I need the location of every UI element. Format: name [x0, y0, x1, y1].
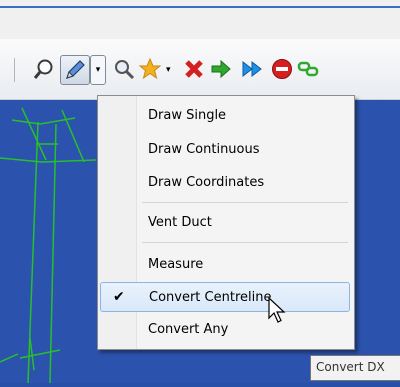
pencil-dropdown-button[interactable]: ▾ — [90, 55, 106, 85]
draw-mode-menu: Draw Single Draw Continuous Draw Coordin… — [97, 95, 355, 350]
menu-item-draw-single[interactable]: Draw Single — [100, 100, 350, 130]
menu-item-label: Draw Coordinates — [148, 174, 265, 190]
menu-item-label: Convert Any — [148, 321, 229, 337]
menu-item-convert-centreline[interactable]: ✔ Convert Centreline — [100, 282, 350, 312]
menu-item-convert-any[interactable]: Convert Any — [100, 314, 350, 344]
double-arrow-icon[interactable] — [240, 55, 268, 83]
star-icon[interactable] — [136, 55, 164, 83]
title-accent-strip — [0, 6, 400, 8]
tooltip: Convert DX — [310, 355, 400, 381]
menu-item-draw-continuous[interactable]: Draw Continuous — [100, 134, 350, 164]
menu-item-vent-duct[interactable]: Vent Duct — [100, 207, 350, 237]
star-dropdown-icon[interactable]: ▾ — [166, 65, 171, 75]
arrow-right-icon[interactable] — [207, 55, 235, 83]
toolbar-separator — [14, 58, 15, 82]
menu-separator — [142, 242, 348, 243]
menu-item-label: Measure — [148, 256, 204, 272]
menu-separator — [142, 202, 348, 203]
menu-item-label: Vent Duct — [148, 214, 212, 230]
window-titlebar — [0, 0, 400, 39]
delete-icon[interactable] — [180, 55, 208, 83]
magnify-icon[interactable] — [110, 55, 138, 83]
menu-item-label: Draw Single — [148, 107, 227, 123]
menu-item-label: Convert Centreline — [149, 289, 272, 305]
checkmark-icon: ✔ — [113, 289, 125, 305]
stop-icon[interactable] — [268, 55, 296, 83]
menu-item-draw-coordinates[interactable]: Draw Coordinates — [100, 167, 350, 197]
link-icon[interactable] — [294, 55, 322, 83]
zoom-icon[interactable] — [30, 55, 58, 83]
mouse-cursor-icon — [268, 296, 286, 327]
menu-item-label: Draw Continuous — [148, 141, 260, 157]
menu-item-measure[interactable]: Measure — [100, 249, 350, 279]
pencil-icon[interactable] — [60, 55, 90, 85]
